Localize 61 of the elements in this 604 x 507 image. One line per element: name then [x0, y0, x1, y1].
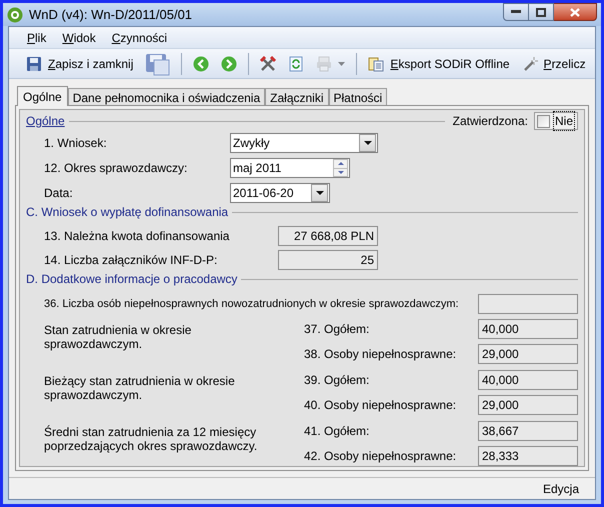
caret-icon: [338, 62, 346, 66]
field-label: Data:: [44, 185, 74, 202]
section-heading: D. Dodatkowe informacje o pracodawcy: [26, 271, 238, 288]
export-icon: [368, 56, 384, 72]
status-text: Edycja: [542, 480, 579, 498]
minimize-icon: [511, 10, 521, 14]
menu-item[interactable]: Czynności: [110, 28, 170, 46]
caret-icon: [316, 191, 324, 195]
dropdown-field[interactable]: Zwykły: [230, 133, 378, 153]
down-caret-icon: [338, 170, 344, 174]
section-heading: Ogólne: [26, 113, 65, 130]
tab[interactable]: Załączniki: [265, 88, 329, 105]
date-field[interactable]: 2011-06-20: [230, 183, 330, 203]
toolbar-button[interactable]: Zapisz i zamknij: [23, 52, 136, 76]
description-text: Stan zatrudnienia w okresie sprawozdawczym.: [44, 322, 192, 353]
field-label: 14. Liczba załączników INF-D-P:: [44, 252, 218, 269]
printer-icon: [316, 56, 332, 72]
floppy-disks-icon: [145, 51, 170, 76]
caret-icon: [364, 141, 372, 145]
approval-checkbox[interactable]: Nie: [534, 112, 578, 130]
readonly-field: 25: [278, 250, 378, 270]
toolbar-button[interactable]: Przelicz: [518, 52, 589, 76]
description-text: Bieżący stan zatrudnienia w okresie sprawozdawczym.: [44, 373, 236, 404]
refresh-icon: [288, 56, 304, 72]
wand-icon: [522, 56, 538, 72]
spinner-field[interactable]: maj 2011: [230, 158, 350, 178]
field-label: 39. Ogółem:: [304, 372, 370, 389]
field-label: 41. Ogółem:: [304, 423, 370, 440]
app-icon: [7, 6, 23, 22]
field-label: 13. Należna kwota dofinansowania: [44, 228, 230, 245]
field-label: 42. Osoby niepełnosprawne:: [304, 448, 458, 465]
readonly-field: 29,000: [478, 344, 578, 364]
field-label: 1. Wniosek:: [44, 135, 108, 152]
readonly-field: 40,000: [478, 319, 578, 339]
close-icon: [570, 8, 580, 16]
maximize-button[interactable]: [529, 3, 554, 21]
field-label: Zatwierdzona:: [452, 113, 528, 130]
restore-icon: [536, 8, 546, 16]
tab[interactable]: Dane pełnomocnika i oświadczenia: [68, 88, 266, 105]
field-label: 12. Okres sprawozdawczy:: [44, 160, 188, 177]
menu-item[interactable]: Plik: [25, 28, 48, 46]
field-label: 37. Ogółem:: [304, 321, 370, 338]
up-caret-icon: [338, 162, 344, 166]
field-label: 38. Osoby niepełnosprawne:: [304, 346, 458, 363]
tools-icon: [260, 56, 276, 72]
readonly-field: 28,333: [478, 446, 578, 466]
description-text: Średni stan zatrudnienia za 12 miesięcy poprzedzających okres sprawozdawczy.: [44, 424, 258, 455]
menu-item[interactable]: Widok: [60, 28, 98, 46]
readonly-field: 27 668,08 PLN: [278, 226, 378, 246]
window-title: WnD (v4): Wn-D/2011/05/01: [29, 6, 194, 24]
minimize-button[interactable]: [503, 3, 529, 21]
field-label: 36. Liczba osób niepełnosprawnych nowozatrudnionych w okresie sprawozdawczym:: [44, 296, 460, 312]
close-button[interactable]: [554, 3, 597, 21]
field-label: 40. Osoby niepełnosprawne:: [304, 397, 458, 414]
readonly-field: 38,667: [478, 421, 578, 441]
toolbar-button[interactable]: Eksport SODiR Offline: [365, 52, 513, 76]
readonly-field: 29,000: [478, 395, 578, 415]
readonly-field: 40,000: [478, 370, 578, 390]
section-heading: C. Wniosek o wypłatę dofinansowania: [26, 204, 228, 221]
tab[interactable]: Ogólne: [17, 86, 68, 106]
tab[interactable]: Płatności: [328, 88, 388, 105]
